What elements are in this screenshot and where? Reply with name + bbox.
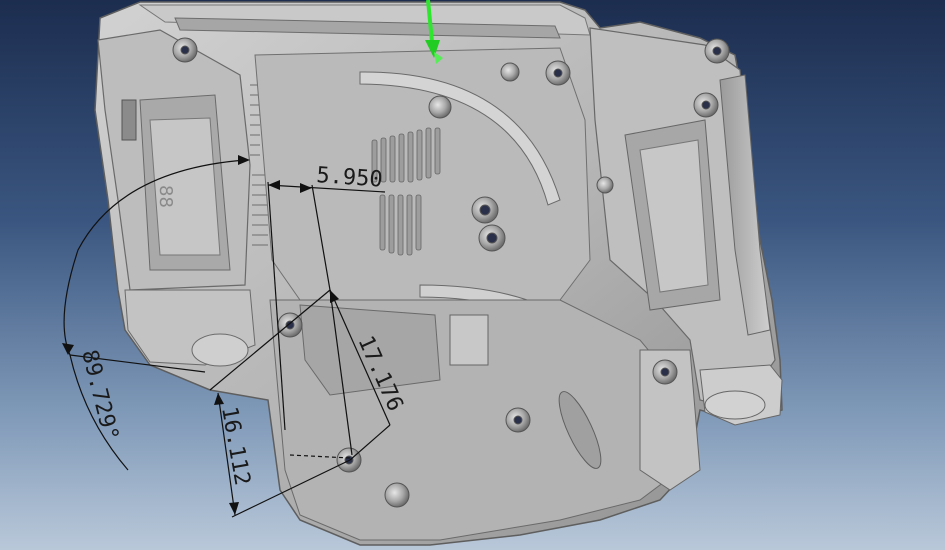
left-foot xyxy=(191,333,249,367)
cad-scene[interactable]: 88 5.950 16.112 17.176 89.729° xyxy=(0,0,945,550)
embossed-mark: 88 xyxy=(155,185,176,208)
vertical-arrow-top xyxy=(214,393,224,405)
vertical-arrow-bottom xyxy=(229,502,239,515)
cad-3d-viewport[interactable]: 88 5.950 16.112 17.176 89.729° xyxy=(0,0,945,550)
dim-label-vertical[interactable]: 16.112 xyxy=(216,405,254,488)
right-foot xyxy=(704,390,766,420)
rect-boss xyxy=(449,314,489,366)
dim-label-horizontal[interactable]: 5.950 xyxy=(316,163,384,193)
left-slot xyxy=(121,99,137,141)
angle-arrow-bottom xyxy=(62,343,74,355)
housing-part[interactable]: 88 xyxy=(94,1,783,546)
